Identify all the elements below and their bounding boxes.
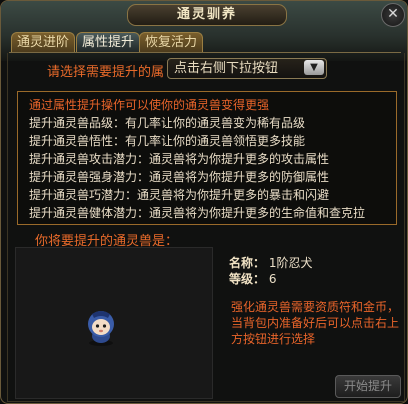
notice-line: 方按钮进行选择 [231, 332, 316, 346]
close-button[interactable]: ✕ [381, 3, 405, 27]
tab-restore-vitality[interactable]: 恢复活力 [139, 32, 203, 53]
ninja-dog-pet-icon [88, 311, 114, 346]
dropdown-value: 点击右侧下拉按钮 [174, 61, 279, 76]
attribute-select-label: 请选择需要提升的属 [47, 65, 165, 80]
pet-level-label: 等级： [229, 272, 266, 286]
attribute-info-box: 通过属性提升操作可以使你的通灵兽变得更强 提升通灵兽品级：有几率让你的通灵兽变为… [17, 91, 397, 225]
start-upgrade-button[interactable]: 开始提升 [335, 375, 401, 398]
pet-name-label: 名称： [229, 256, 266, 270]
info-line: 提升通灵兽攻击潜力：通灵兽将为你提升更多的攻击属性 [29, 152, 330, 166]
info-line: 提升通灵兽强身潜力：通灵兽将为你提升更多的防御属性 [29, 170, 330, 184]
info-line: 提升通灵兽健体潜力：通灵兽将为你提升更多的生命值和查克拉 [29, 206, 366, 220]
info-line: 通过属性提升操作可以使你的通灵兽变得更强 [29, 98, 270, 112]
dialog-window: 通灵驯养 ✕ 通灵进阶 属性提升 恢复活力 请选择需要提升的属 点击右侧下拉按钮… [0, 0, 408, 404]
pet-level-row: 等级： 6 [229, 270, 276, 287]
notice-line: 强化通灵兽需要资质符和金币， [231, 300, 400, 314]
notice-line: 当背包内准备好后可以点击右上 [231, 316, 400, 330]
info-line: 提升通灵兽巧潜力：通灵兽将为你提升更多的暴击和闪避 [29, 188, 330, 202]
close-icon: ✕ [387, 6, 399, 22]
tab-attribute-boost[interactable]: 属性提升 [76, 32, 140, 53]
info-line: 提升通灵兽悟性：有几率让你的通灵兽领悟更多技能 [29, 134, 306, 148]
info-line: 提升通灵兽品级：有几率让你的通灵兽变为稀有品级 [29, 116, 306, 130]
pet-level-value: 6 [268, 272, 277, 286]
chevron-down-icon[interactable]: ▼ [304, 60, 324, 75]
window-title: 通灵驯养 [127, 4, 287, 26]
pet-name-value: 1阶忍犬 [268, 256, 313, 270]
attribute-dropdown[interactable]: 点击右侧下拉按钮 ▼ [167, 58, 327, 79]
pet-name-row: 名称： 1阶忍犬 [229, 254, 312, 271]
tab-advance[interactable]: 通灵进阶 [11, 32, 75, 53]
